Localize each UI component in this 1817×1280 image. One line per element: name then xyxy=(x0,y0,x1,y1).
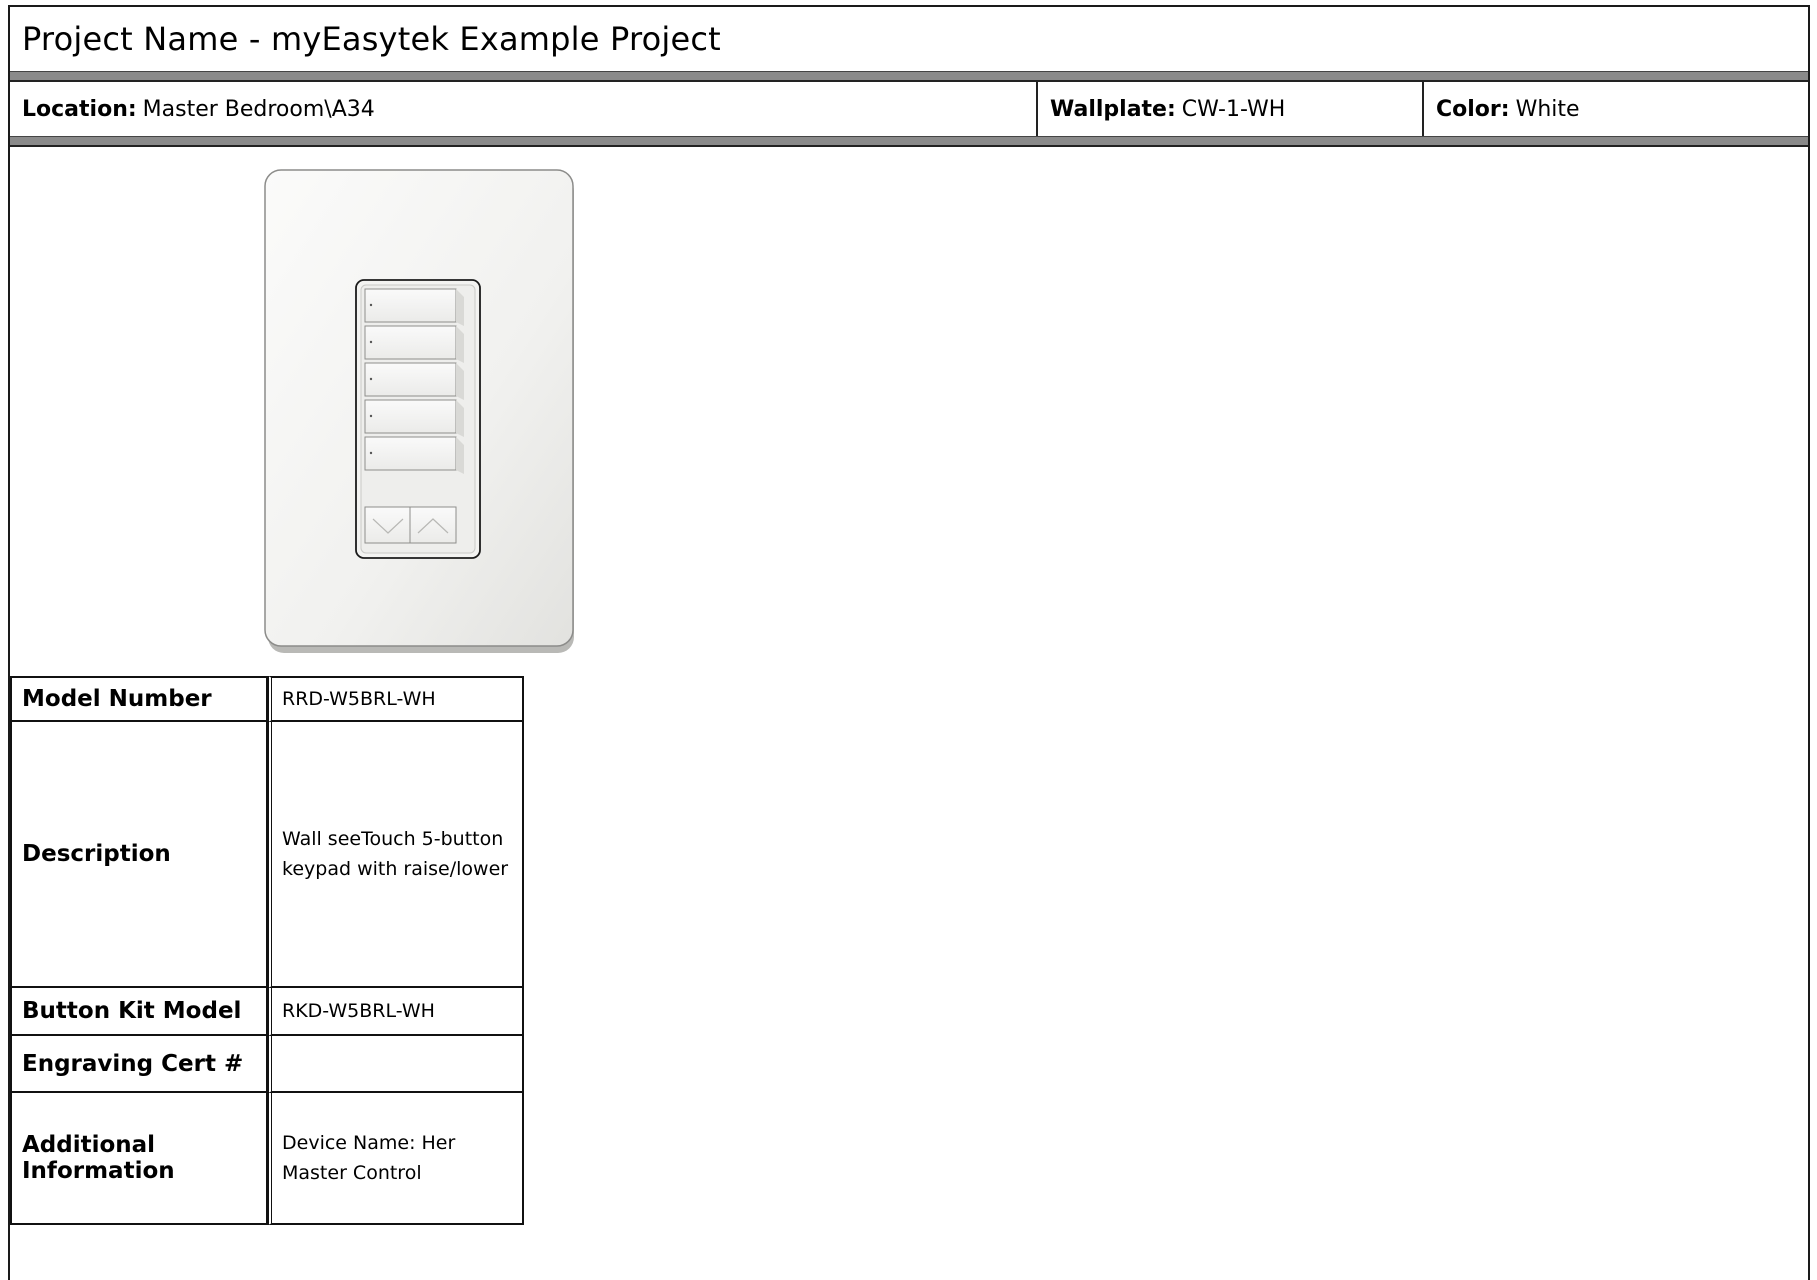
info-separator xyxy=(10,136,1808,147)
lower-button xyxy=(364,506,411,544)
spec-row-description: Description Wall seeTouch 5-button keypa… xyxy=(10,722,524,988)
spec-row-additional-info: Additional Information Device Name: Her … xyxy=(10,1093,524,1225)
spec-row-model-number: Model Number RRD-W5BRL-WH xyxy=(10,676,524,722)
button-kit-text: RKD-W5BRL-WH xyxy=(282,1000,435,1022)
description-label: Description xyxy=(10,722,268,988)
spec-row-button-kit: Button Kit Model RKD-W5BRL-WH xyxy=(10,988,524,1036)
additional-info-label: Additional Information xyxy=(10,1093,268,1225)
engraving-label: Engraving Cert # xyxy=(10,1036,268,1093)
title-separator xyxy=(10,71,1808,82)
location-value: Master Bedroom\A34 xyxy=(142,96,375,122)
button-kit-label: Button Kit Model xyxy=(10,988,268,1036)
engraving-value xyxy=(268,1036,524,1093)
wallplate-value: CW-1-WH xyxy=(1181,96,1286,122)
description-text: Wall seeTouch 5-button keypad with raise… xyxy=(282,828,509,880)
location-label: Location: xyxy=(22,96,137,122)
keypad-buttons xyxy=(364,288,464,474)
description-value: Wall seeTouch 5-button keypad with raise… xyxy=(268,722,524,988)
button-kit-value: RKD-W5BRL-WH xyxy=(268,988,524,1036)
wallplate-cell: Wallplate: CW-1-WH xyxy=(1038,82,1424,136)
info-row: Location: Master Bedroom\A34 Wallplate: … xyxy=(10,82,1808,136)
additional-info-text: Device Name: Her Master Control xyxy=(282,1132,456,1184)
additional-info-label-text: Additional Information xyxy=(22,1132,175,1184)
device-area: Model Number RRD-W5BRL-WH Description Wa… xyxy=(10,147,1808,1225)
color-cell: Color: White xyxy=(1424,82,1808,136)
color-value: White xyxy=(1515,96,1580,122)
keypad-button-4 xyxy=(364,399,464,437)
keypad-button-2 xyxy=(364,325,464,363)
page-title: Project Name - myEasytek Example Project xyxy=(22,20,721,58)
location-cell: Location: Master Bedroom\A34 xyxy=(10,82,1038,136)
keypad-button-5 xyxy=(364,436,464,474)
model-number-label: Model Number xyxy=(10,676,268,722)
wallplate-label: Wallplate: xyxy=(1050,96,1176,122)
keypad-button-3 xyxy=(364,362,464,400)
additional-info-value: Device Name: Her Master Control xyxy=(268,1093,524,1225)
keypad-button-1 xyxy=(364,288,464,326)
device-schedule-page: Project Name - myEasytek Example Project… xyxy=(8,5,1810,1280)
raise-button xyxy=(409,506,457,544)
color-label: Color: xyxy=(1436,96,1510,122)
model-number-text: RRD-W5BRL-WH xyxy=(282,688,436,710)
model-number-value: RRD-W5BRL-WH xyxy=(268,676,524,722)
spec-table: Model Number RRD-W5BRL-WH Description Wa… xyxy=(10,676,524,1225)
spec-row-engraving: Engraving Cert # xyxy=(10,1036,524,1093)
keypad-wallplate-image xyxy=(264,169,574,653)
